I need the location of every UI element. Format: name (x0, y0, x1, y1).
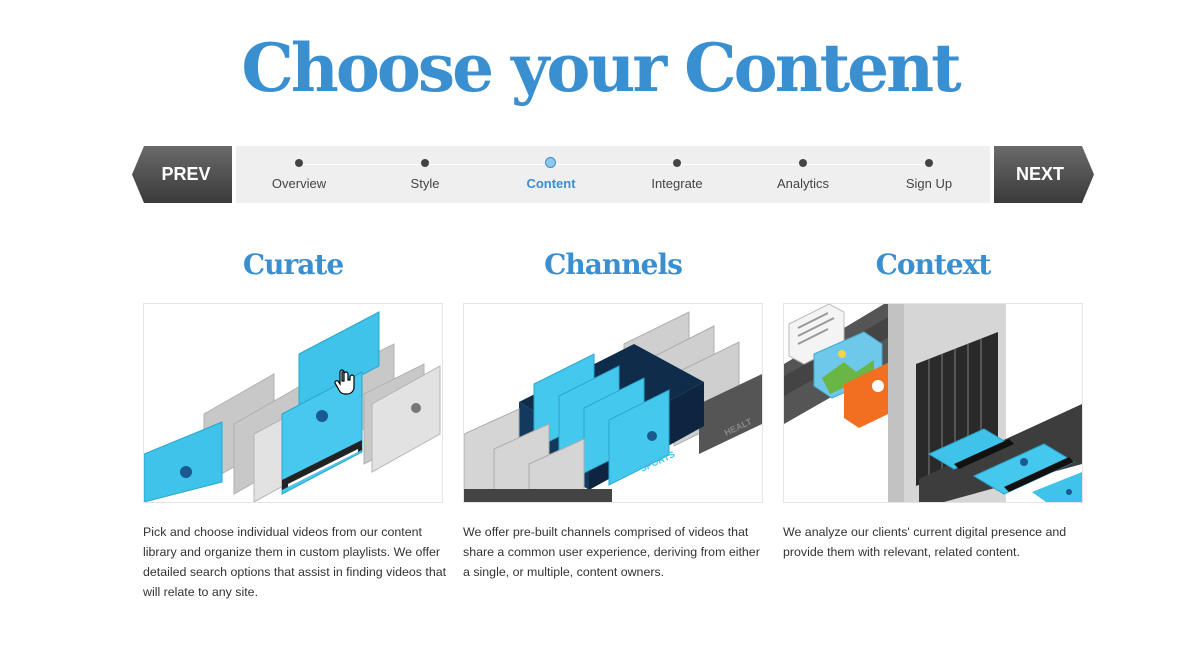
play-icon (411, 403, 421, 413)
step-label: Content (526, 176, 576, 191)
play-icon (316, 410, 328, 422)
channels-description: We offer pre-built channels comprised of… (463, 525, 760, 579)
page-title: Choose your Content (241, 29, 961, 107)
prev-button[interactable]: PREV (132, 146, 232, 203)
step-dot (925, 159, 933, 167)
curate-illustration-svg (144, 311, 441, 502)
step-overview[interactable]: Overview (236, 146, 362, 203)
step-track: Overview Style Content Integrate Analyti… (236, 146, 990, 203)
channels-heading: Channels (544, 248, 683, 281)
step-dot (421, 159, 429, 167)
step-dot (799, 159, 807, 167)
step-content[interactable]: Content (488, 146, 614, 203)
step-dot-active (545, 157, 556, 168)
curate-illustration (143, 303, 443, 503)
step-label: Analytics (776, 176, 830, 191)
step-analytics[interactable]: Analytics (740, 146, 866, 203)
channels-illustration: HEALT SPORTS (463, 303, 763, 503)
step-style[interactable]: Style (362, 146, 488, 203)
curate-description: Pick and choose individual videos from o… (143, 525, 447, 599)
step-label: Overview (271, 176, 327, 191)
column-context: Context We analyze our clients' current … (783, 246, 1083, 559)
context-illustration (783, 303, 1083, 503)
play-icon (180, 466, 192, 478)
play-icon (1066, 489, 1072, 495)
column-channels: Channels HEALT SPORTS We offer pre-built… (463, 246, 763, 579)
step-label: Integrate (651, 176, 703, 191)
channels-illustration-svg: HEALT SPORTS (464, 311, 762, 502)
step-sign-up[interactable]: Sign Up (866, 146, 992, 203)
step-label: Style (410, 176, 440, 191)
play-icon (1020, 458, 1028, 466)
context-heading: Context (875, 248, 992, 281)
step-dot (295, 159, 303, 167)
step-integrate[interactable]: Integrate (614, 146, 740, 203)
step-dot (673, 159, 681, 167)
curate-heading: Curate (242, 248, 344, 281)
column-curate: Curate Pick and choose individual videos… (143, 246, 446, 599)
wizard-nav: PREV Overview Style Content Integrate An… (132, 146, 1094, 203)
step-label: Sign Up (905, 176, 953, 191)
next-button[interactable]: NEXT (994, 146, 1094, 203)
context-illustration-svg (784, 304, 1082, 502)
context-description: We analyze our clients' current digital … (783, 525, 1067, 559)
play-icon (647, 431, 657, 441)
